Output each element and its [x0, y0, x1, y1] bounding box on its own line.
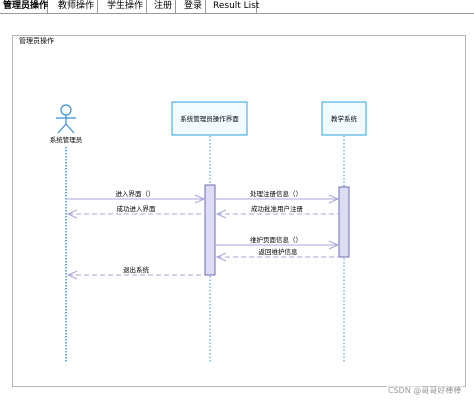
message-label: 进入界面（）	[116, 190, 155, 198]
message-return-maintenance[interactable]: 返回维护信息	[215, 247, 338, 262]
object-interface[interactable]: 系统管理员操作界面	[171, 101, 248, 136]
actor-label: 系统管理员	[50, 135, 83, 144]
object-system-label: 教学系统	[331, 114, 358, 123]
message-approve-registration[interactable]: 成功批准用户注册	[215, 204, 338, 219]
message-enter-success[interactable]: 成功进入界面	[66, 204, 204, 219]
message-label: 成功进入界面	[117, 204, 157, 213]
object-interface-label: 系统管理员操作界面	[180, 114, 239, 123]
message-maintain-page[interactable]: 维护页面信息（）	[216, 235, 340, 250]
message-label: 成功批准用户注册	[251, 204, 304, 213]
message-enter-interface[interactable]: 进入界面（）	[67, 190, 206, 204]
watermark: CSDN @哥哥好棒棒	[386, 386, 464, 396]
message-label: 处理注册信息（）	[250, 189, 302, 198]
message-label: 返回维护信息	[259, 247, 299, 256]
message-exit-system[interactable]: 退出系统	[66, 265, 204, 280]
message-label: 维护页面信息（）	[250, 235, 302, 244]
system-activation	[338, 186, 350, 258]
sequence-diagram: 系统管理员 系统管理员操作界面 教学系统 进入界面（） 成功进入界面 处理注册信…	[50, 101, 367, 362]
message-label: 退出系统	[123, 265, 150, 274]
interface-activation	[204, 184, 216, 276]
actor-icon[interactable]	[56, 104, 76, 134]
message-process-registration[interactable]: 处理注册信息（）	[216, 189, 340, 204]
object-system[interactable]: 教学系统	[321, 101, 367, 136]
